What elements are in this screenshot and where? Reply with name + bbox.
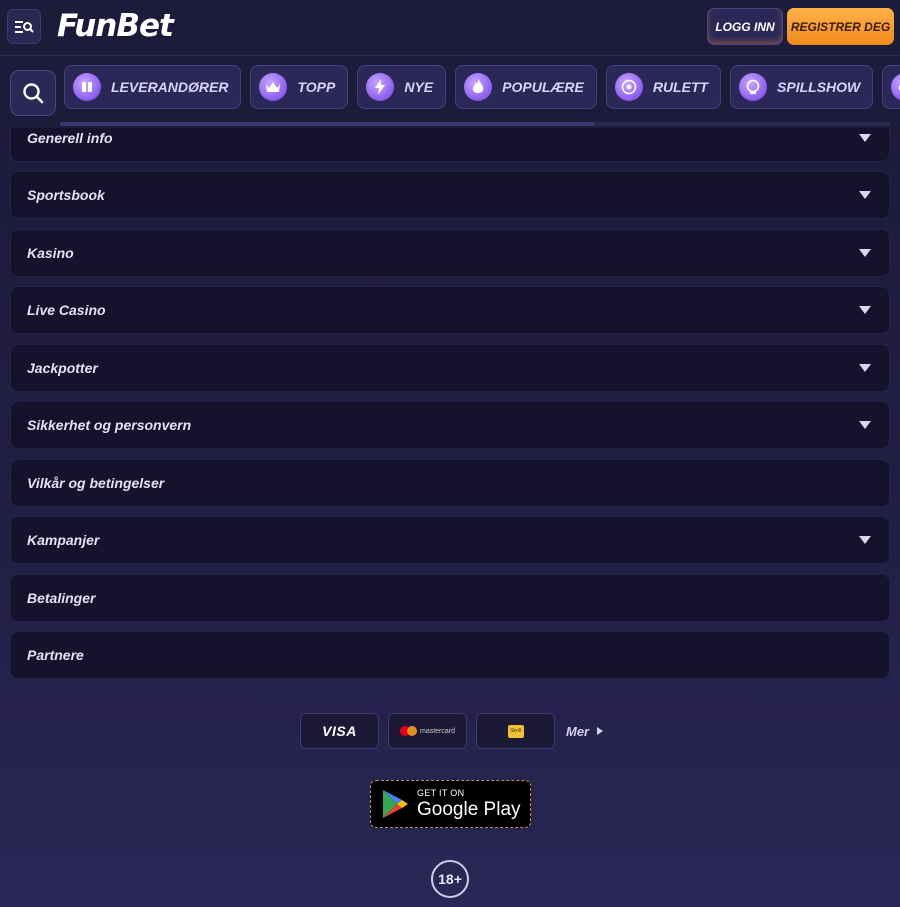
accordion-vilkar[interactable]: Vilkår og betingelser [10, 459, 890, 507]
chevron-down-icon [859, 536, 871, 544]
category-blackjack[interactable]: BL [882, 65, 900, 109]
accordion-label: Sportsbook [27, 187, 105, 203]
footer-accordion: Generell info Sportsbook Kasino Live Cas… [0, 128, 900, 688]
spade-icon [891, 73, 900, 101]
visa-logo[interactable]: VISA [300, 713, 379, 749]
accordion-generell-info[interactable]: Generell info [10, 128, 890, 162]
category-label: NYE [404, 79, 434, 95]
category-spillshow[interactable]: SPILLSHOW [730, 65, 874, 109]
category-list: LEVERANDØRER TOPP NYE POPULÆRE RULETT SP… [64, 65, 900, 109]
accordion-label: Betalinger [27, 590, 96, 606]
top-header: FunBet LOGG INN REGISTRER DEG [0, 0, 900, 56]
category-label: TOPP [297, 79, 336, 95]
skrill-logo[interactable]: Skrill [476, 713, 555, 749]
lightning-icon [366, 73, 395, 101]
accordion-label: Vilkår og betingelser [27, 475, 165, 491]
scrollbar-thumb[interactable] [60, 122, 595, 126]
age-restriction-badge: 18+ [431, 860, 469, 898]
accordion-jackpotter[interactable]: Jackpotter [10, 344, 890, 392]
chevron-down-icon [859, 364, 871, 372]
category-label: LEVERANDØRER [111, 79, 229, 95]
accordion-label: Jackpotter [27, 360, 98, 376]
visa-text: VISA [322, 723, 357, 739]
category-leverandorer[interactable]: LEVERANDØRER [64, 65, 242, 109]
flame-icon [464, 73, 493, 101]
menu-search-icon [15, 20, 34, 33]
category-label: POPULÆRE [502, 79, 584, 95]
more-label: Mer [566, 723, 590, 739]
wheel-icon [739, 73, 768, 101]
register-button[interactable]: REGISTRER DEG [787, 8, 894, 45]
crown-icon [259, 73, 288, 101]
chevron-down-icon [859, 249, 871, 257]
accordion-label: Kasino [27, 245, 74, 261]
google-play-icon [383, 790, 408, 818]
payment-methods: VISA mastercard Skrill Mer [300, 713, 604, 749]
mastercard-text: mastercard [419, 727, 455, 735]
accordion-label: Generell info [27, 130, 113, 146]
mastercard-mark: mastercard [399, 726, 455, 736]
google-play-small: GET IT ON [417, 788, 465, 798]
caret-right-icon [597, 727, 604, 735]
category-scrollbar[interactable] [60, 122, 890, 126]
accordion-betalinger[interactable]: Betalinger [10, 574, 890, 622]
accordion-kasino[interactable]: Kasino [10, 229, 890, 277]
accordion-label: Kampanjer [27, 532, 100, 548]
category-label: SPILLSHOW [777, 79, 861, 95]
search-button[interactable] [10, 70, 56, 116]
accordion-kampanjer[interactable]: Kampanjer [10, 516, 890, 564]
accordion-partnere[interactable]: Partnere [10, 631, 890, 679]
category-populaere[interactable]: POPULÆRE [455, 65, 597, 109]
chevron-down-icon [859, 134, 871, 142]
accordion-sikkerhet[interactable]: Sikkerhet og personvern [10, 401, 890, 449]
funbet-logo[interactable]: FunBet [57, 8, 174, 44]
category-topp[interactable]: TOPP [250, 65, 349, 109]
accordion-label: Partnere [27, 647, 84, 663]
chevron-down-icon [859, 421, 871, 429]
more-payments-link[interactable]: Mer [566, 723, 604, 739]
accordion-sportsbook[interactable]: Sportsbook [10, 171, 890, 219]
roulette-icon [614, 73, 643, 101]
category-nye[interactable]: NYE [357, 65, 447, 109]
category-bar: LEVERANDØRER TOPP NYE POPULÆRE RULETT SP… [0, 56, 900, 128]
book-icon [73, 73, 101, 101]
accordion-label: Sikkerhet og personvern [27, 417, 192, 433]
google-play-badge[interactable]: GET IT ON Google Play [370, 780, 531, 828]
chevron-down-icon [859, 191, 871, 199]
search-icon [23, 83, 44, 104]
google-play-big: Google Play [417, 799, 521, 820]
mastercard-circle-orange [406, 726, 417, 736]
category-rulett[interactable]: RULETT [605, 65, 722, 109]
menu-button[interactable] [7, 9, 41, 44]
google-play-text: GET IT ON Google Play [417, 788, 521, 820]
chevron-down-icon [859, 306, 871, 314]
login-button[interactable]: LOGG INN [707, 8, 783, 45]
category-label: RULETT [652, 79, 709, 95]
accordion-label: Live Casino [27, 302, 106, 318]
skrill-badge: Skrill [507, 724, 524, 738]
mastercard-logo[interactable]: mastercard [388, 713, 467, 749]
accordion-live-casino[interactable]: Live Casino [10, 286, 890, 334]
